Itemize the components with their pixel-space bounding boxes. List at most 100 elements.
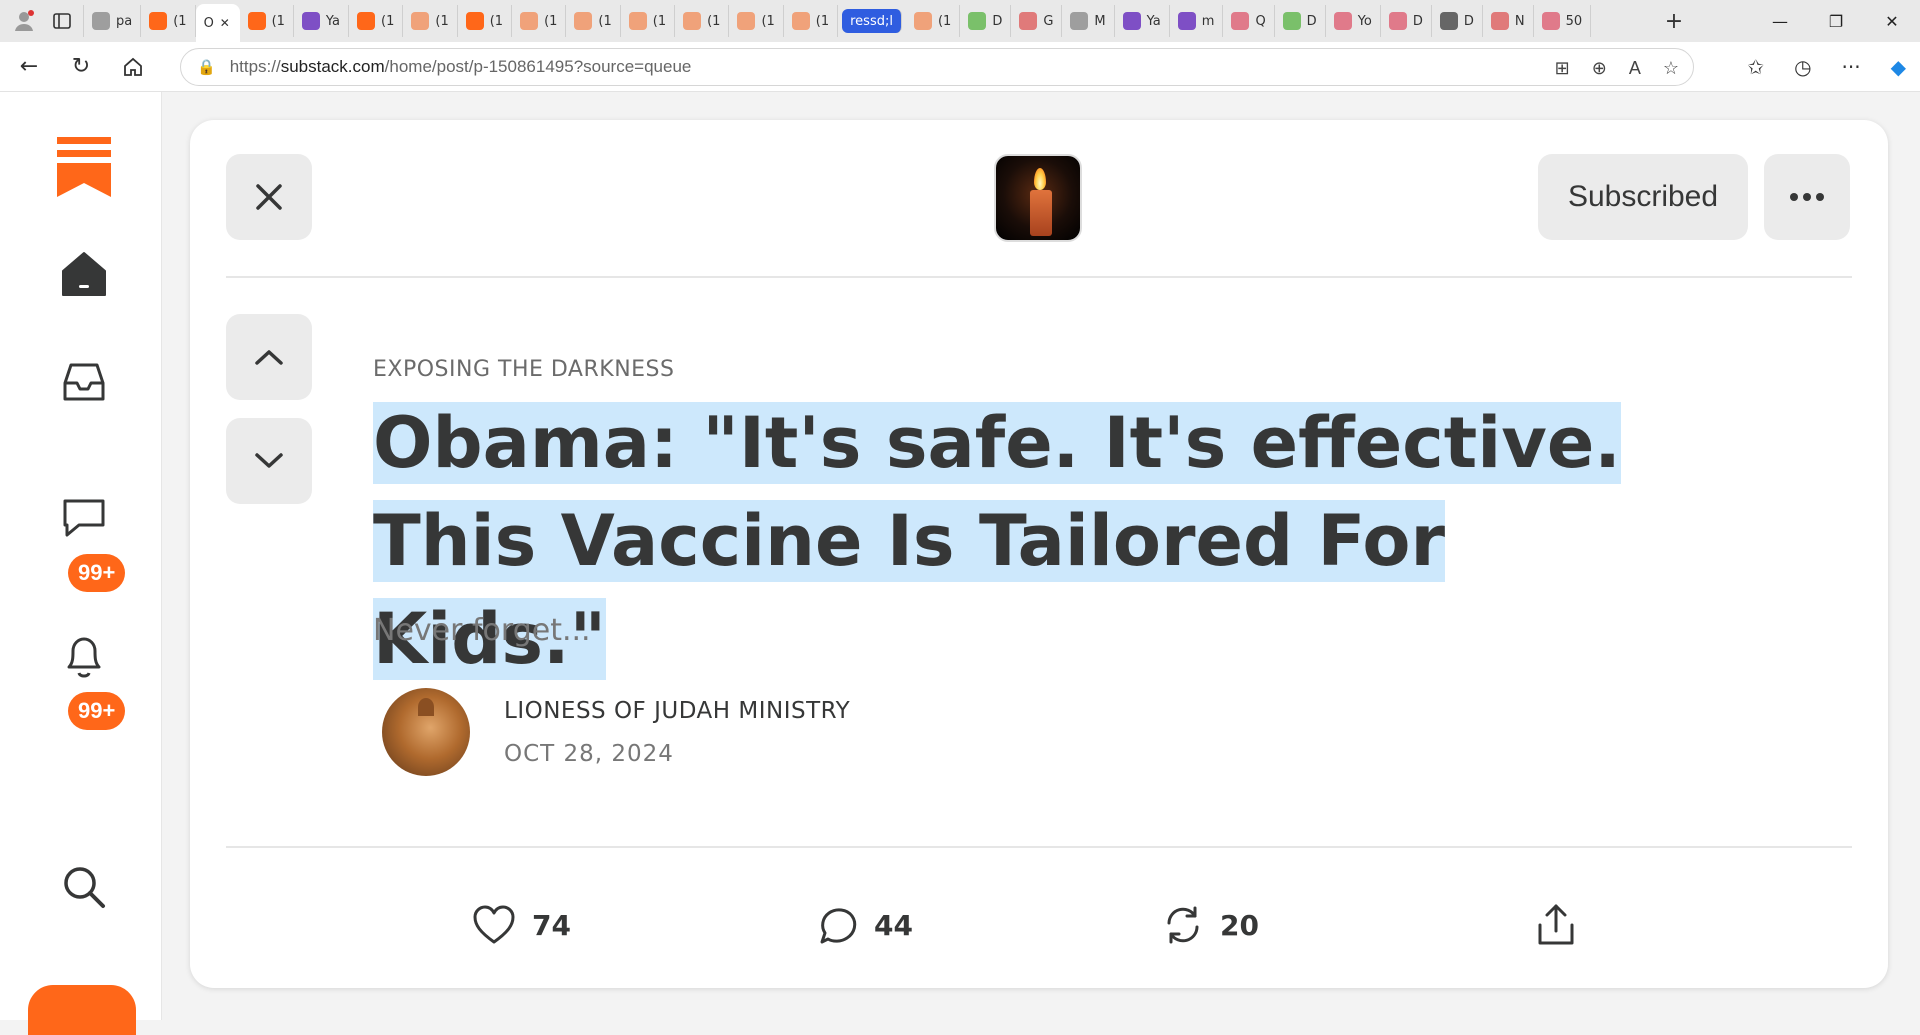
browser-tab[interactable]: (1 bbox=[675, 5, 730, 37]
favorites-icon[interactable]: ✩ bbox=[1747, 55, 1764, 79]
settings-more-icon[interactable]: ··· bbox=[1842, 55, 1861, 79]
sidebar-search[interactable] bbox=[54, 857, 114, 917]
browser-tab[interactable]: (1 bbox=[240, 5, 294, 37]
previous-post-button[interactable] bbox=[226, 314, 312, 400]
browser-tab[interactable]: m bbox=[1170, 5, 1224, 37]
browser-tab-label: D bbox=[1412, 13, 1423, 29]
browser-tab-label: Q bbox=[1255, 13, 1266, 29]
browser-tab-label: Ya bbox=[1146, 13, 1161, 29]
more-options-button[interactable] bbox=[1764, 154, 1850, 240]
browser-tab[interactable]: D bbox=[960, 5, 1012, 37]
next-post-button[interactable] bbox=[226, 418, 312, 504]
home-icon bbox=[124, 57, 142, 76]
heart-icon bbox=[473, 905, 515, 944]
back-button[interactable]: ← bbox=[6, 47, 52, 87]
restack-count: 20 bbox=[1220, 908, 1259, 942]
inbox-icon bbox=[63, 363, 105, 401]
search-icon bbox=[1070, 12, 1089, 30]
browser-tab[interactable]: ressd;l bbox=[842, 9, 902, 33]
browser-tab[interactable]: (1 bbox=[566, 5, 621, 37]
tab-actions-button[interactable] bbox=[44, 5, 84, 37]
substack-icon bbox=[520, 12, 539, 30]
site-info-icon[interactable]: 🔒 bbox=[197, 58, 216, 76]
create-button[interactable] bbox=[28, 985, 136, 1035]
restack-button[interactable]: 20 bbox=[1162, 890, 1259, 960]
substack-icon bbox=[737, 12, 756, 30]
bell-icon bbox=[67, 637, 101, 678]
comment-count: 44 bbox=[874, 908, 913, 942]
substack-icon bbox=[628, 12, 647, 30]
profile-button[interactable] bbox=[4, 5, 44, 37]
browser-tab[interactable]: (1 bbox=[403, 5, 458, 37]
browser-tab[interactable]: 50 bbox=[1534, 5, 1592, 37]
browser-tab[interactable]: Yo bbox=[1326, 5, 1381, 37]
browser-tab[interactable]: D bbox=[1275, 5, 1326, 37]
chat-icon bbox=[63, 499, 105, 537]
chevron-down-icon bbox=[255, 453, 283, 468]
comment-button[interactable]: 44 bbox=[816, 890, 913, 960]
browser-tab[interactable]: (1 bbox=[621, 5, 676, 37]
sidebar-inbox[interactable] bbox=[54, 352, 114, 412]
youtube-icon bbox=[1541, 12, 1560, 30]
author-avatar[interactable] bbox=[382, 688, 470, 776]
mic-icon bbox=[1019, 12, 1038, 30]
url-field[interactable]: 🔒 https://substack.com/home/post/p-15086… bbox=[180, 48, 1694, 86]
browser-tab[interactable]: (1 bbox=[141, 5, 196, 37]
home-filled-icon bbox=[62, 252, 106, 296]
browser-tab[interactable]: pa bbox=[84, 5, 142, 37]
url-host: substack.com bbox=[280, 57, 385, 76]
copilot-icon[interactable]: ◆ bbox=[1891, 55, 1906, 79]
restore-button[interactable]: ❐ bbox=[1808, 0, 1864, 42]
close-tab-icon[interactable]: ✕ bbox=[220, 16, 230, 30]
browser-tab[interactable]: (1 bbox=[784, 5, 839, 37]
browser-tab[interactable]: G bbox=[1011, 5, 1063, 37]
lion-avatar-icon bbox=[418, 698, 434, 716]
sidebar-chat[interactable] bbox=[54, 488, 114, 548]
close-window-button[interactable]: ✕ bbox=[1864, 0, 1920, 42]
substack-icon bbox=[683, 12, 702, 30]
refresh-button[interactable]: ↻ bbox=[58, 47, 104, 87]
author-name[interactable]: LIONESS OF JUDAH MINISTRY bbox=[504, 698, 850, 724]
history-icon[interactable]: ◷ bbox=[1794, 55, 1811, 79]
browser-tab-label: (1 bbox=[652, 13, 667, 29]
app-available-icon[interactable]: ⊞ bbox=[1555, 58, 1570, 79]
like-button[interactable]: 74 bbox=[472, 890, 571, 960]
sidebar-home[interactable] bbox=[54, 244, 114, 304]
favorite-star-icon[interactable]: ☆ bbox=[1663, 58, 1679, 79]
browser-tab[interactable]: O ✕ bbox=[195, 4, 240, 42]
browser-tab[interactable]: M bbox=[1062, 5, 1115, 37]
minimize-button[interactable]: — bbox=[1752, 0, 1808, 42]
new-tab-button[interactable]: + bbox=[1656, 5, 1692, 37]
substack-logo[interactable] bbox=[54, 137, 114, 197]
read-aloud-icon[interactable]: A bbox=[1629, 58, 1641, 79]
browser-tab[interactable]: (1 bbox=[458, 5, 513, 37]
browser-tab[interactable]: D bbox=[1432, 5, 1483, 37]
browser-tab[interactable]: D bbox=[1381, 5, 1432, 37]
substack-icon bbox=[247, 12, 266, 30]
sidebar-notifications[interactable] bbox=[54, 628, 114, 688]
subscribed-button[interactable]: Subscribed bbox=[1538, 154, 1748, 240]
url-actions: ⊞ ⊕ A ☆ bbox=[1555, 49, 1679, 87]
browser-tab[interactable]: Q bbox=[1223, 5, 1275, 37]
browser-tab[interactable]: (1 bbox=[729, 5, 784, 37]
post-section-label[interactable]: EXPOSING THE DARKNESS bbox=[373, 357, 674, 382]
browser-tab[interactable]: (1 bbox=[512, 5, 567, 37]
browser-tab-label: (1 bbox=[598, 13, 612, 29]
browser-tab-label: G bbox=[1043, 13, 1054, 29]
browser-tab[interactable]: (1 bbox=[349, 5, 404, 37]
browser-tab[interactable]: Ya bbox=[294, 5, 350, 37]
publication-logo[interactable] bbox=[994, 154, 1082, 242]
browser-tab[interactable]: (1 bbox=[906, 5, 961, 37]
home-button[interactable] bbox=[110, 47, 156, 87]
browser-tab-label: ressd;l bbox=[850, 13, 893, 29]
browser-tab-label: m bbox=[1201, 13, 1215, 29]
browser-tab[interactable]: Ya bbox=[1115, 5, 1170, 37]
share-button[interactable] bbox=[1536, 890, 1576, 960]
restack-icon bbox=[1167, 906, 1199, 944]
browser-tab-label: Yo bbox=[1357, 13, 1372, 29]
browser-tab[interactable]: N bbox=[1483, 5, 1534, 37]
post-actions: 74 44 20 bbox=[190, 890, 1888, 960]
slash-icon bbox=[1439, 12, 1458, 30]
close-post-button[interactable] bbox=[226, 154, 312, 240]
zoom-icon[interactable]: ⊕ bbox=[1592, 58, 1607, 79]
